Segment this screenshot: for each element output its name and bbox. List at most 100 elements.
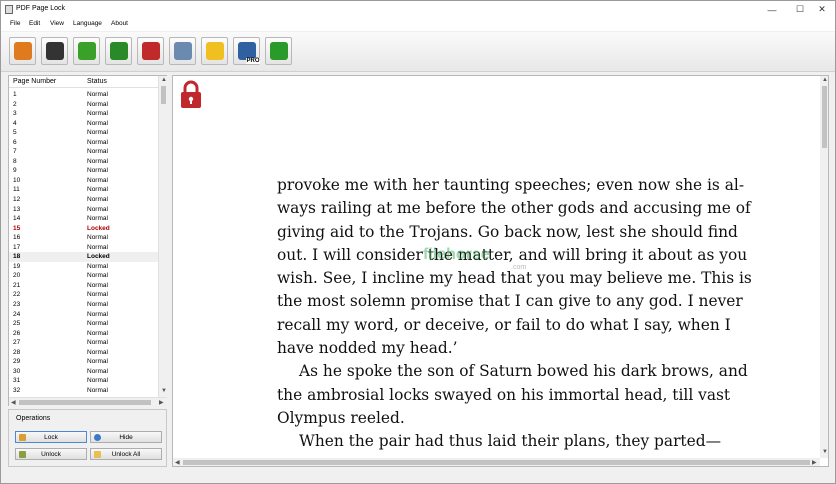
- check-button[interactable]: [73, 37, 100, 65]
- status-cell: Normal: [87, 262, 108, 270]
- status-cell: Normal: [87, 329, 108, 337]
- table-row[interactable]: 12 Normal: [9, 195, 158, 205]
- table-row[interactable]: 1 Normal: [9, 90, 158, 100]
- status-cell: Normal: [87, 320, 108, 328]
- scroll-thumb[interactable]: [183, 460, 810, 465]
- hide-button[interactable]: Hide: [90, 431, 162, 443]
- scroll-thumb[interactable]: [161, 86, 166, 104]
- table-row[interactable]: 19 Normal: [9, 262, 158, 272]
- scroll-left-icon[interactable]: ◀: [175, 459, 180, 466]
- page-number-cell: 30: [13, 367, 21, 375]
- menu-view[interactable]: View: [50, 20, 64, 27]
- table-row[interactable]: 15 Locked: [9, 224, 158, 234]
- table-row[interactable]: 10 Normal: [9, 176, 158, 186]
- status-cell: Normal: [87, 386, 108, 394]
- table-row[interactable]: 27 Normal: [9, 338, 158, 348]
- text-line: provoke me with her taunting speeches; e…: [277, 176, 745, 194]
- zoom-in-button[interactable]: [105, 37, 132, 65]
- unlock-icon: [19, 451, 26, 458]
- list-header: Page Number Status: [9, 76, 158, 88]
- table-row[interactable]: 17 Normal: [9, 243, 158, 253]
- viewer-vertical-scrollbar[interactable]: ▲ ▼: [820, 76, 828, 458]
- status-cell: Normal: [87, 234, 108, 242]
- text-line: have nodded my head.’: [277, 339, 458, 358]
- scroll-right-icon[interactable]: ▶: [159, 399, 164, 406]
- lock-button[interactable]: Lock: [15, 431, 87, 443]
- table-row[interactable]: 5 Normal: [9, 128, 158, 138]
- minimize-button[interactable]: —: [757, 1, 787, 18]
- table-row[interactable]: 26 Normal: [9, 329, 158, 339]
- close-button[interactable]: ✕: [807, 1, 836, 18]
- status-cell: Normal: [87, 119, 108, 127]
- zoom-out-button[interactable]: [137, 37, 164, 65]
- open-button[interactable]: [9, 37, 36, 65]
- table-row[interactable]: 16 Normal: [9, 233, 158, 243]
- header-page-number[interactable]: Page Number: [13, 78, 56, 85]
- text-line: the ambrosial locks swayed on his immort…: [277, 385, 731, 404]
- page-number-cell: 22: [13, 291, 21, 299]
- scroll-down-icon[interactable]: ▼: [161, 388, 167, 394]
- table-row[interactable]: 21 Normal: [9, 281, 158, 291]
- text-line: recall my word, or deceive, or fail to d…: [277, 315, 731, 334]
- table-row[interactable]: 24 Normal: [9, 310, 158, 320]
- menu-edit[interactable]: Edit: [29, 20, 40, 27]
- pdf-viewer[interactable]: provoke me with her taunting speeches; e…: [172, 75, 829, 467]
- page-number-cell: 24: [13, 310, 21, 318]
- table-row[interactable]: 23 Normal: [9, 300, 158, 310]
- next-arrow-button[interactable]: [265, 37, 292, 65]
- table-row[interactable]: 11 Normal: [9, 185, 158, 195]
- table-row[interactable]: 14 Normal: [9, 214, 158, 224]
- scroll-thumb[interactable]: [19, 400, 151, 405]
- page-number-cell: 26: [13, 329, 21, 337]
- page-number-cell: 31: [13, 377, 21, 385]
- table-row[interactable]: 32 Normal: [9, 386, 158, 396]
- menu-file[interactable]: File: [10, 20, 20, 27]
- table-row[interactable]: 8 Normal: [9, 157, 158, 167]
- scroll-up-icon[interactable]: ▲: [161, 77, 167, 83]
- table-row[interactable]: 20 Normal: [9, 271, 158, 281]
- status-cell: Normal: [87, 291, 108, 299]
- viewer-horizontal-scrollbar[interactable]: ◀ ▶: [173, 458, 820, 466]
- page-number-cell: 18: [13, 253, 21, 261]
- pro-users-button[interactable]: PRO: [233, 37, 260, 65]
- table-row[interactable]: 22 Normal: [9, 290, 158, 300]
- status-cell: Normal: [87, 129, 108, 137]
- status-cell: Normal: [87, 348, 108, 356]
- status-cell: Normal: [87, 167, 108, 175]
- list-vertical-scrollbar[interactable]: ▲ ▼: [158, 76, 167, 397]
- scroll-right-icon[interactable]: ▶: [812, 459, 817, 466]
- table-row[interactable]: 18 Locked: [9, 252, 158, 262]
- settings-button[interactable]: [169, 37, 196, 65]
- table-row[interactable]: 3 Normal: [9, 109, 158, 119]
- status-cell: Normal: [87, 157, 108, 165]
- status-cell: Normal: [87, 243, 108, 251]
- table-row[interactable]: 30 Normal: [9, 367, 158, 377]
- table-row[interactable]: 6 Normal: [9, 138, 158, 148]
- page-number-cell: 20: [13, 272, 21, 280]
- scroll-left-icon[interactable]: ◀: [11, 399, 16, 406]
- header-status[interactable]: Status: [87, 78, 107, 85]
- table-row[interactable]: 2 Normal: [9, 100, 158, 110]
- page-list[interactable]: Page Number Status 1 Normal 2 Normal 3 Normal…: [8, 75, 167, 406]
- unlock-all-button[interactable]: Unlock All: [90, 448, 162, 460]
- text-line: Olympus reeled.: [277, 408, 405, 427]
- table-row[interactable]: 4 Normal: [9, 119, 158, 129]
- pro-users-icon: PRO: [237, 42, 260, 64]
- table-row[interactable]: 25 Normal: [9, 319, 158, 329]
- save-button[interactable]: [41, 37, 68, 65]
- table-row[interactable]: 31 Normal: [9, 376, 158, 386]
- bulb-button[interactable]: [201, 37, 228, 65]
- table-row[interactable]: 9 Normal: [9, 166, 158, 176]
- list-horizontal-scrollbar[interactable]: ◀ ▶: [9, 397, 167, 406]
- menu-about[interactable]: About: [111, 20, 128, 27]
- table-row[interactable]: 28 Normal: [9, 348, 158, 358]
- table-row[interactable]: 13 Normal: [9, 205, 158, 215]
- table-row[interactable]: 29 Normal: [9, 357, 158, 367]
- table-row[interactable]: 7 Normal: [9, 147, 158, 157]
- scroll-up-icon[interactable]: ▲: [822, 77, 828, 83]
- scroll-down-icon[interactable]: ▼: [822, 449, 828, 455]
- menu-language[interactable]: Language: [73, 20, 102, 27]
- check-icon: [77, 42, 96, 60]
- scroll-thumb[interactable]: [822, 86, 827, 148]
- unlock-button[interactable]: Unlock: [15, 448, 87, 460]
